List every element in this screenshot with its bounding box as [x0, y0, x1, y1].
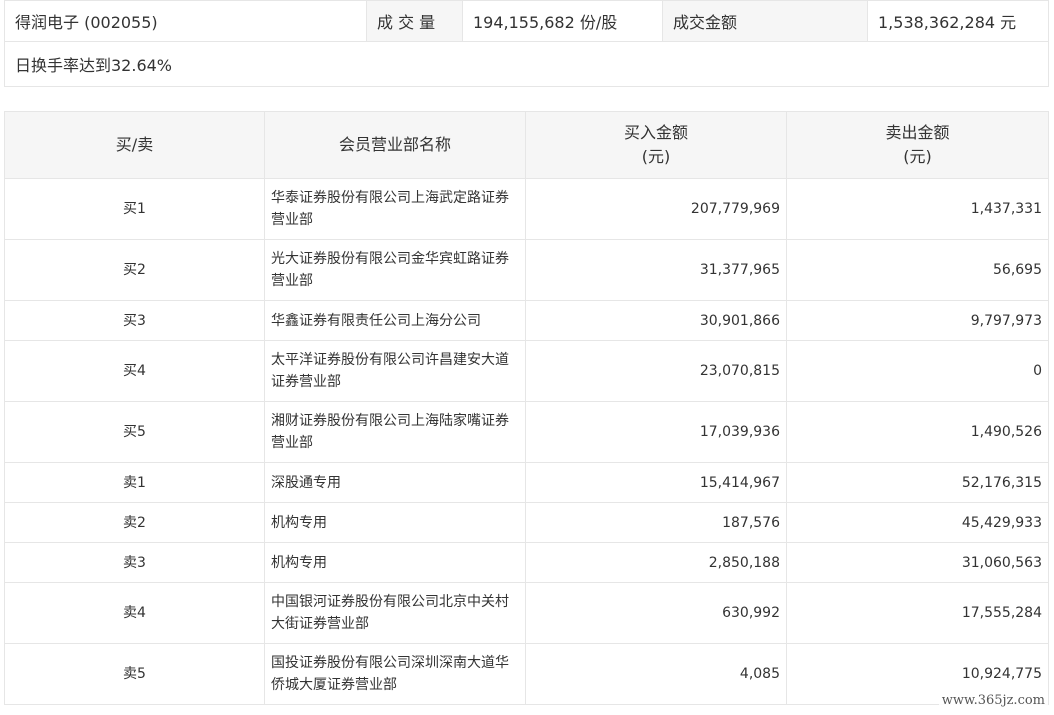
row-member-name: 机构专用 — [264, 502, 526, 543]
broker-table: 买/卖 会员营业部名称 买入金额 (元) 卖出金额 (元) 买1 华泰证券股份有… — [4, 111, 1049, 705]
row-type: 卖2 — [4, 502, 265, 543]
turnover-note: 日换手率达到32.64% — [4, 41, 1049, 87]
row-sell-amount: 0 — [786, 340, 1049, 402]
row-type: 买3 — [4, 300, 265, 341]
row-buy-amount: 2,850,188 — [525, 542, 787, 583]
table-row: 买1 华泰证券股份有限公司上海武定路证券营业部 207,779,969 1,43… — [4, 178, 1049, 240]
header-member: 会员营业部名称 — [264, 111, 526, 179]
row-buy-amount: 630,992 — [525, 582, 787, 644]
row-member-name: 国投证券股份有限公司深圳深南大道华侨城大厦证券营业部 — [264, 643, 526, 705]
row-type: 卖5 — [4, 643, 265, 705]
table-row: 买3 华鑫证券有限责任公司上海分公司 30,901,866 9,797,973 — [4, 300, 1049, 341]
row-sell-amount: 17,555,284 — [786, 582, 1049, 644]
row-buy-amount: 23,070,815 — [525, 340, 787, 402]
table-row: 卖5 国投证券股份有限公司深圳深南大道华侨城大厦证券营业部 4,085 10,9… — [4, 643, 1049, 705]
header-buy-amount-unit: (元) — [641, 147, 671, 166]
row-sell-amount: 56,695 — [786, 239, 1049, 301]
table-row: 买5 湘财证券股份有限公司上海陆家嘴证券营业部 17,039,936 1,490… — [4, 401, 1049, 463]
header-buy-amount-title: 买入金额 — [623, 123, 688, 142]
table-row: 卖4 中国银河证券股份有限公司北京中关村大街证券营业部 630,992 17,5… — [4, 582, 1049, 644]
volume-label: 成 交 量 — [366, 0, 463, 42]
row-type: 卖1 — [4, 462, 265, 503]
row-buy-amount: 31,377,965 — [525, 239, 787, 301]
row-type: 卖4 — [4, 582, 265, 644]
row-buy-amount: 30,901,866 — [525, 300, 787, 341]
header-type: 买/卖 — [4, 111, 265, 179]
row-sell-amount: 1,490,526 — [786, 401, 1049, 463]
row-type: 买1 — [4, 178, 265, 240]
row-buy-amount: 17,039,936 — [525, 401, 787, 463]
turnover-row: 日换手率达到32.64% — [4, 41, 1049, 87]
row-member-name: 湘财证券股份有限公司上海陆家嘴证券营业部 — [264, 401, 526, 463]
header-sell-amount-unit: (元) — [903, 147, 932, 166]
row-member-name: 华鑫证券有限责任公司上海分公司 — [264, 300, 526, 341]
summary-row: 得润电子 (002055) 成 交 量 194,155,682 份/股 成交金额… — [4, 0, 1049, 42]
table-header-row: 买/卖 会员营业部名称 买入金额 (元) 卖出金额 (元) — [4, 111, 1049, 179]
table-row: 卖2 机构专用 187,576 45,429,933 — [4, 502, 1049, 543]
table-row: 买4 太平洋证券股份有限公司许昌建安大道证券营业部 23,070,815 0 — [4, 340, 1049, 402]
amount-value: 1,538,362,284 元 — [867, 0, 1049, 42]
row-member-name: 深股通专用 — [264, 462, 526, 503]
row-buy-amount: 15,414,967 — [525, 462, 787, 503]
header-buy-amount: 买入金额 (元) — [525, 111, 787, 179]
row-type: 买2 — [4, 239, 265, 301]
row-sell-amount: 52,176,315 — [786, 462, 1049, 503]
row-buy-amount: 207,779,969 — [525, 178, 787, 240]
row-member-name: 光大证券股份有限公司金华宾虹路证券营业部 — [264, 239, 526, 301]
amount-label: 成交金额 — [662, 0, 868, 42]
row-buy-amount: 4,085 — [525, 643, 787, 705]
row-sell-amount: 1,437,331 — [786, 178, 1049, 240]
table-row: 买2 光大证券股份有限公司金华宾虹路证券营业部 31,377,965 56,69… — [4, 239, 1049, 301]
row-member-name: 华泰证券股份有限公司上海武定路证券营业部 — [264, 178, 526, 240]
header-sell-amount-title: 卖出金额 — [885, 123, 950, 142]
row-type: 买5 — [4, 401, 265, 463]
row-type: 买4 — [4, 340, 265, 402]
row-sell-amount: 31,060,563 — [786, 542, 1049, 583]
table-row: 卖1 深股通专用 15,414,967 52,176,315 — [4, 462, 1049, 503]
row-sell-amount: 45,429,933 — [786, 502, 1049, 543]
site-watermark: www.365jz.com — [938, 692, 1048, 709]
row-sell-amount: 9,797,973 — [786, 300, 1049, 341]
row-type: 卖3 — [4, 542, 265, 583]
row-member-name: 中国银河证券股份有限公司北京中关村大街证券营业部 — [264, 582, 526, 644]
summary-table: 得润电子 (002055) 成 交 量 194,155,682 份/股 成交金额… — [4, 0, 1049, 87]
volume-value: 194,155,682 份/股 — [462, 0, 663, 42]
row-member-name: 机构专用 — [264, 542, 526, 583]
row-member-name: 太平洋证券股份有限公司许昌建安大道证券营业部 — [264, 340, 526, 402]
table-row: 卖3 机构专用 2,850,188 31,060,563 — [4, 542, 1049, 583]
stock-name: 得润电子 (002055) — [4, 0, 367, 42]
row-buy-amount: 187,576 — [525, 502, 787, 543]
header-sell-amount: 卖出金额 (元) — [786, 111, 1049, 179]
